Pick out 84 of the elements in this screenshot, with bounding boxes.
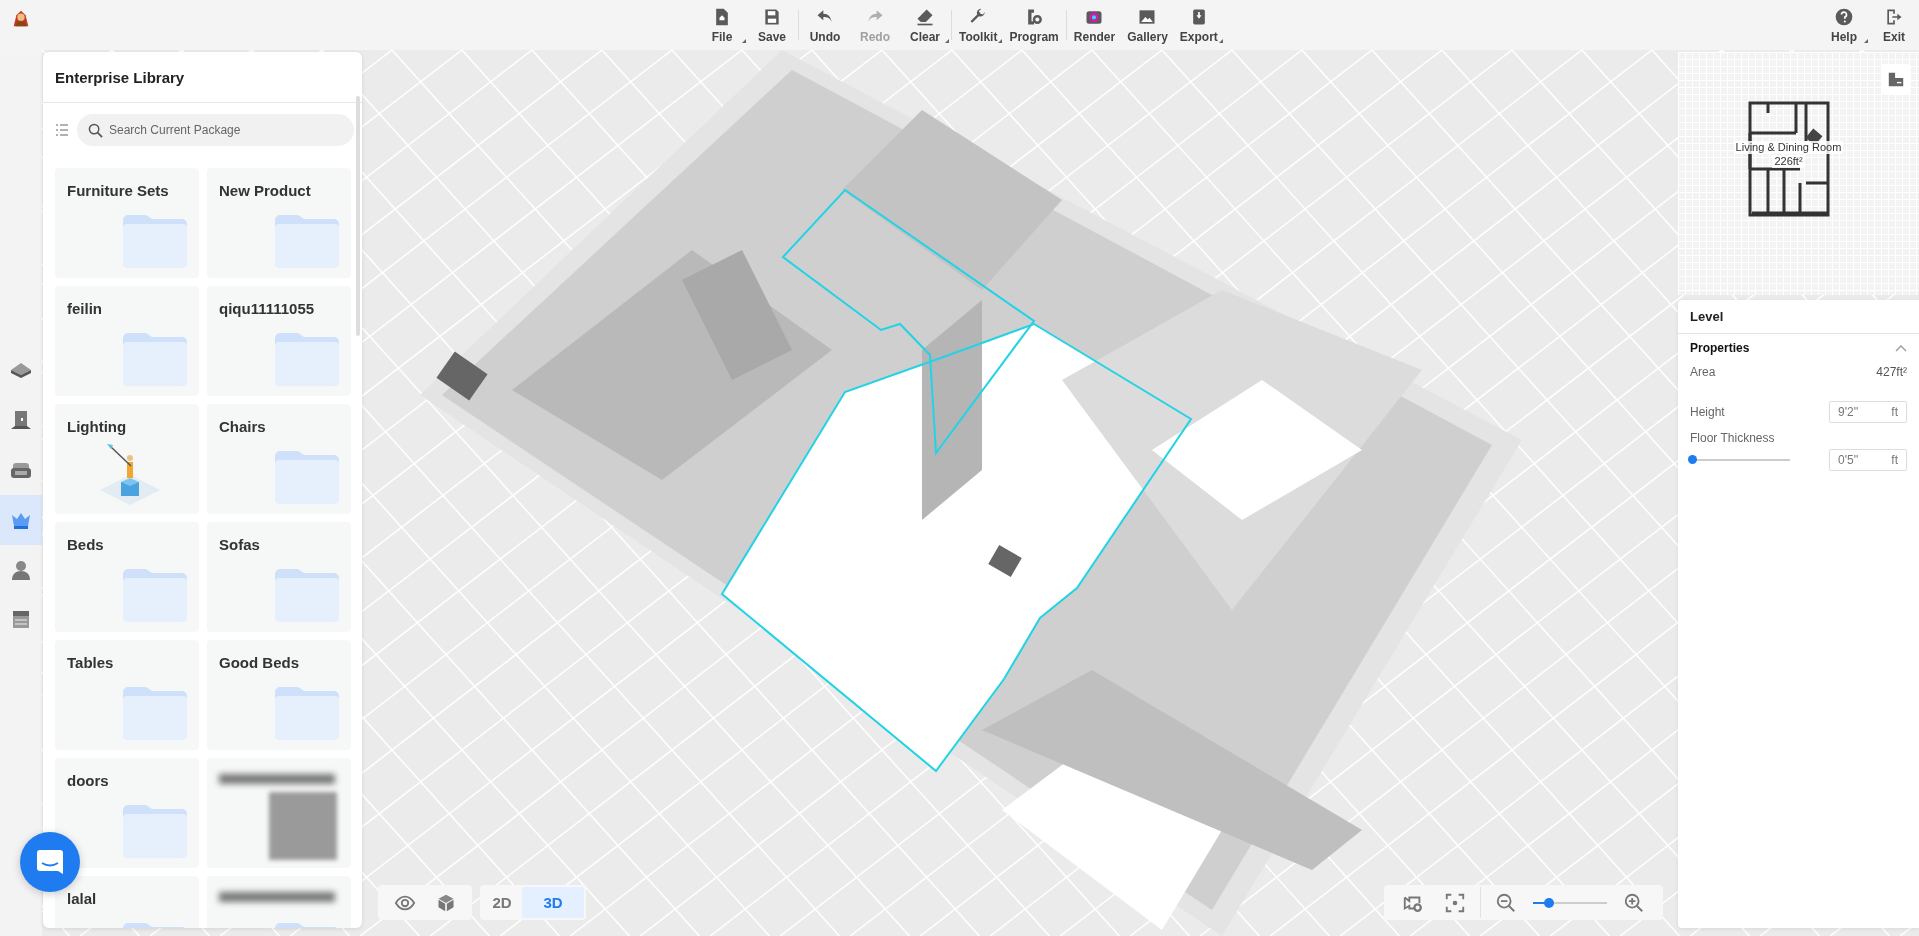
folder-icon (123, 214, 187, 268)
search-field[interactable]: Search Current Package (77, 114, 354, 146)
list-icon[interactable] (55, 123, 69, 137)
field-label: Area (1690, 365, 1716, 379)
search-icon (88, 123, 103, 138)
folder-icon (275, 332, 339, 386)
library-card[interactable]: Tables (55, 640, 199, 750)
slider-thumb[interactable] (1688, 455, 1697, 464)
library-card[interactable] (207, 758, 351, 868)
library-card[interactable]: Chairs (207, 404, 351, 514)
field-value: 427ft² (1876, 365, 1907, 379)
collapse-button[interactable] (1895, 344, 1907, 352)
input-field[interactable]: 0'5'' ft (1829, 449, 1907, 471)
folder-icon (275, 686, 339, 740)
door-icon (9, 408, 33, 432)
field-value: 0'5'' (1838, 453, 1859, 467)
field-label: Height (1690, 405, 1725, 419)
room-label: Living & Dining Room (1733, 140, 1844, 154)
view-mode-tab[interactable]: 2D (482, 887, 522, 918)
card-label: Sofas (219, 536, 261, 553)
photo-placeholder (269, 792, 337, 860)
library-card[interactable]: Lighting (55, 404, 199, 514)
card-label: doors (67, 772, 110, 789)
library-card[interactable]: feilin (55, 286, 199, 396)
panel-title: Enterprise Library (43, 52, 362, 103)
room-area: 226ft² (1772, 154, 1805, 168)
unit-label: ft (1891, 453, 1898, 467)
chat-bubble-icon (36, 849, 64, 875)
card-label: Tables (67, 654, 115, 671)
library-card[interactable]: Furniture Sets (55, 168, 199, 278)
focus-icon (1444, 891, 1466, 914)
thickness-slider[interactable] (1690, 454, 1790, 466)
card-label: qiqu11111055 (219, 300, 316, 317)
card-label: Furniture Sets (67, 182, 170, 199)
floorplan-icon (1887, 70, 1905, 88)
card-label: lalal (67, 890, 98, 907)
toolbar-button[interactable]: Exit (1869, 2, 1919, 48)
card-label: Lighting (67, 418, 128, 435)
menu-caret-icon (1864, 38, 1868, 43)
card-label: Good Beds (219, 654, 300, 671)
menu-caret-icon (998, 38, 1003, 43)
zoom-in-icon (1623, 891, 1645, 914)
library-card[interactable]: New Product (207, 168, 351, 278)
library-card[interactable]: qiqu11111055 (207, 286, 351, 396)
card-label: New Product (219, 182, 312, 199)
section-title: Properties (1690, 341, 1750, 355)
card-label: feilin (67, 300, 103, 317)
folder-icon (123, 568, 187, 622)
unit-label: ft (1891, 405, 1898, 419)
menu-caret-icon (1218, 38, 1223, 43)
toolbar-button[interactable]: Gallery (1121, 2, 1174, 48)
panel-title: Level (1678, 300, 1919, 334)
cube-icon (436, 892, 456, 913)
input-field[interactable]: 9'2'' ft (1829, 401, 1907, 423)
library-card[interactable]: lalal (55, 876, 199, 928)
folder-icon (123, 804, 187, 858)
chevron-up-icon (1895, 344, 1907, 352)
toolbar-button[interactable]: Help (1819, 2, 1869, 48)
toolbar-button[interactable]: Undo (800, 2, 850, 48)
person-icon (9, 558, 33, 582)
toolbar-button[interactable]: Export (1173, 2, 1224, 48)
library-card[interactable]: doors (55, 758, 199, 868)
help-icon (1834, 6, 1854, 27)
library-card[interactable]: Good Beds (207, 640, 351, 750)
slider-thumb[interactable] (1544, 897, 1555, 908)
toolbar-button[interactable]: File (697, 2, 747, 48)
toolbar-button[interactable]: Save (747, 2, 797, 48)
library-card[interactable]: Beds (55, 522, 199, 632)
folder-icon (275, 450, 339, 504)
field-label: Floor Thickness (1689, 430, 1776, 445)
card-label: Chairs (219, 418, 267, 435)
card-label: Beds (67, 536, 105, 553)
menu-caret-icon (742, 38, 746, 43)
folder-icon (275, 568, 339, 622)
toolbar-button[interactable]: Render (1067, 2, 1122, 48)
floorplan-toggle-button[interactable] (1881, 64, 1911, 94)
folder-icon (123, 332, 187, 386)
zoom-out-icon (1495, 891, 1517, 914)
folder-icon (123, 686, 187, 740)
folder-icon (275, 214, 339, 268)
library-card[interactable]: Sofas (207, 522, 351, 632)
toolbar-button[interactable]: Program (1003, 2, 1065, 48)
field-value: 9'2'' (1838, 405, 1859, 419)
toolbar-button[interactable]: Toolkit (953, 2, 1004, 48)
